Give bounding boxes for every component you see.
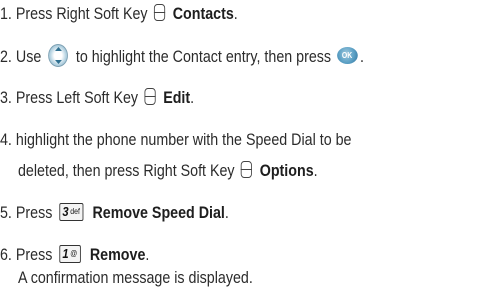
- step-number: 2.: [0, 46, 12, 66]
- step-text: to highlight the Contact entry, then pre…: [75, 46, 332, 66]
- step-number: 3.: [0, 88, 12, 107]
- instruction-list: 1. Press Right Soft Key Contacts. 2. Use…: [0, 0, 479, 290]
- step-4: 4. highlight the phone number with the S…: [0, 130, 351, 150]
- navigation-key-icon: [47, 44, 68, 67]
- key-letters: def: [70, 206, 80, 216]
- step-action: Options: [259, 161, 314, 180]
- soft-key-icon: [144, 88, 156, 106]
- step-6-note: A confirmation message is displayed.: [18, 268, 253, 288]
- step-text: Press Right Soft Key: [15, 4, 148, 23]
- step-2: 2. Use to highlight the Contact entry, t…: [0, 44, 364, 69]
- step-5: 5. Press 3 def Remove Speed Dial.: [0, 202, 229, 223]
- soft-key-icon: [154, 4, 166, 22]
- step-period: .: [233, 4, 238, 23]
- key-number: 1: [62, 245, 69, 261]
- step-text: deleted, then press Right Soft Key: [18, 161, 235, 180]
- key-number: 3: [62, 203, 69, 219]
- key-3-icon: 3 def: [58, 202, 84, 221]
- step-4-continued: deleted, then press Right Soft Key Optio…: [18, 161, 318, 181]
- step-number: 1.: [0, 4, 12, 23]
- ok-key-icon: OK: [336, 47, 358, 64]
- step-3: 3. Press Left Soft Key Edit.: [0, 88, 194, 108]
- step-action: Contacts: [172, 4, 234, 23]
- step-note: A confirmation message is displayed.: [18, 268, 253, 287]
- step-action: Edit: [163, 88, 191, 107]
- step-period: .: [224, 203, 229, 222]
- step-text: Use: [15, 46, 42, 66]
- step-text: Press: [15, 203, 53, 222]
- step-text: Press: [15, 245, 53, 264]
- step-action: Remove: [89, 245, 146, 264]
- step-6: 6. Press 1 @ Remove.: [0, 244, 150, 265]
- key-1-icon: 1 @: [58, 244, 81, 263]
- step-text: Press Left Soft Key: [15, 88, 139, 107]
- step-1: 1. Press Right Soft Key Contacts.: [0, 4, 238, 24]
- step-action: Remove Speed Dial: [92, 203, 225, 222]
- soft-key-icon: [241, 161, 253, 179]
- step-period: .: [190, 88, 195, 107]
- step-period: .: [313, 161, 318, 180]
- key-letters: @: [70, 248, 78, 258]
- step-number: 4.: [0, 130, 12, 149]
- step-period: .: [359, 46, 364, 66]
- step-text: highlight the phone number with the Spee…: [15, 130, 352, 149]
- step-number: 6.: [0, 245, 12, 264]
- step-period: .: [145, 245, 150, 264]
- step-number: 5.: [0, 203, 12, 222]
